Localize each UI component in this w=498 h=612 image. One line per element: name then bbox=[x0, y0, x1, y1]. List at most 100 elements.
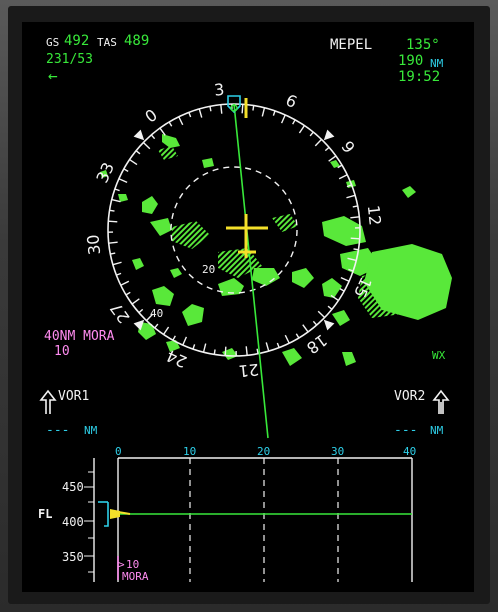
tas-value: 489 bbox=[124, 33, 150, 49]
vd-distance-tick-40: 40 bbox=[403, 445, 417, 458]
compass-tick bbox=[220, 104, 223, 114]
compass-tick bbox=[118, 178, 128, 184]
compass-tick bbox=[154, 323, 159, 329]
compass-tick bbox=[108, 241, 118, 244]
navigation-display-screen: 33 30 27 24 21 18 15 12 9 6 3 0 GS 492 T… bbox=[22, 22, 474, 592]
distance-unit: NM bbox=[430, 57, 444, 70]
compass-tick bbox=[312, 320, 318, 326]
inner-ring-range-label: 20 bbox=[202, 263, 216, 276]
display-bezel: 33 30 27 24 21 18 15 12 9 6 3 0 GS 492 T… bbox=[0, 0, 498, 612]
compass-label: 0 bbox=[141, 105, 160, 126]
compass-tick bbox=[327, 305, 333, 310]
compass-tick bbox=[245, 346, 248, 356]
compass-tick-marks bbox=[108, 104, 360, 356]
compass-tick bbox=[324, 146, 330, 152]
vor2-label: VOR2 bbox=[394, 389, 426, 404]
vd-distance-tick-30: 30 bbox=[331, 445, 345, 458]
vd-mora-pointer: > bbox=[118, 558, 125, 571]
compass-tick bbox=[295, 333, 300, 339]
vor1-unit: NM bbox=[84, 424, 98, 437]
compass-tick bbox=[352, 205, 358, 208]
compass-tick bbox=[317, 310, 326, 319]
nd-graphics: 33302724 211815129630 bbox=[39, 80, 452, 582]
compass-tick bbox=[188, 112, 192, 118]
compass-tick bbox=[280, 114, 286, 124]
compass-tick bbox=[111, 198, 121, 203]
compass-marker-triangle bbox=[323, 319, 335, 331]
compass-tick bbox=[178, 116, 184, 126]
compass-label: 9 bbox=[337, 137, 358, 156]
compass-tick bbox=[350, 216, 360, 219]
compass-tick bbox=[116, 272, 122, 276]
turbulence-areas bbox=[158, 146, 412, 318]
vd-mora-value: 10 bbox=[126, 558, 140, 571]
compass-tick bbox=[302, 324, 309, 333]
gs-label: GS bbox=[46, 36, 60, 49]
vd-altitude-tick-450: 450 bbox=[62, 480, 84, 494]
compass-tick bbox=[198, 108, 203, 118]
tas-label: TAS bbox=[97, 36, 117, 49]
vd-mora-label: MORA bbox=[122, 570, 149, 583]
compass-tick bbox=[346, 194, 356, 199]
compass-tick bbox=[338, 174, 348, 180]
compass-label: 27 bbox=[106, 299, 133, 327]
compass-tick bbox=[213, 349, 216, 355]
outer-ring-range-label: 40 bbox=[150, 307, 164, 320]
compass-marker-triangle bbox=[133, 129, 145, 141]
compass-label: 30 bbox=[83, 234, 104, 256]
compass-tick bbox=[292, 119, 296, 125]
vor2-unit: NM bbox=[430, 424, 444, 437]
mora-value: 10 bbox=[54, 344, 70, 359]
compass-tick bbox=[129, 158, 138, 166]
compass-tick bbox=[142, 141, 151, 150]
compass-tick bbox=[172, 335, 176, 341]
compass-label: 24 bbox=[163, 346, 189, 372]
vor2-arrow-icon bbox=[432, 389, 450, 414]
compass-tick bbox=[309, 131, 314, 137]
compass-tick bbox=[202, 343, 207, 353]
gs-value: 492 bbox=[64, 33, 90, 49]
compass-tick bbox=[265, 342, 270, 352]
vd-fl-label: FL bbox=[38, 507, 53, 521]
compass-tick bbox=[209, 106, 212, 112]
compass-tick bbox=[261, 107, 266, 117]
vd-distance-tick-10: 10 bbox=[183, 445, 197, 458]
waypoint-eta: 19:52 bbox=[398, 69, 441, 85]
wind-readout: 231/53 bbox=[46, 52, 93, 67]
compass-tick bbox=[252, 105, 255, 111]
vd-distance-tick-0: 0 bbox=[115, 445, 122, 458]
compass-tick bbox=[192, 344, 196, 350]
compass-label: 6 bbox=[283, 90, 300, 112]
compass-tick bbox=[298, 125, 306, 134]
compass-tick bbox=[168, 121, 173, 127]
waypoint-bearing: 135° bbox=[406, 37, 440, 53]
compass-tick bbox=[114, 188, 120, 192]
vd-altitude-tick-400: 400 bbox=[62, 515, 84, 529]
compass-tick bbox=[125, 291, 131, 296]
mora-label: 40NM MORA bbox=[44, 329, 115, 344]
compass-tick bbox=[162, 326, 170, 335]
vd-altitude-tick-350: 350 bbox=[62, 550, 84, 564]
compass-label: 21 bbox=[238, 360, 260, 381]
compass-tick bbox=[112, 261, 122, 266]
compass-tick bbox=[241, 104, 244, 114]
vor1-dashes: --- bbox=[46, 423, 70, 438]
wind-arrow-icon: ← bbox=[48, 66, 58, 85]
compass-tick bbox=[314, 138, 323, 147]
compass-marker-triangle bbox=[323, 129, 335, 141]
compass-tick bbox=[120, 280, 130, 286]
compass-tick bbox=[138, 308, 144, 314]
wx-label: WX bbox=[432, 349, 446, 362]
vor2-dashes: --- bbox=[394, 423, 418, 438]
weather-returns bbox=[100, 134, 452, 366]
compass-rose bbox=[107, 103, 361, 357]
compass-tick bbox=[272, 110, 276, 116]
compass-tick bbox=[353, 248, 359, 251]
compass-tick bbox=[150, 134, 156, 140]
compass-label: 18 bbox=[303, 330, 331, 357]
compass-tick bbox=[256, 348, 259, 354]
compass-tick bbox=[339, 288, 345, 292]
vd-distance-tick-20: 20 bbox=[257, 445, 271, 458]
compass-label: 3 bbox=[213, 80, 225, 100]
compass-tick bbox=[110, 252, 116, 255]
